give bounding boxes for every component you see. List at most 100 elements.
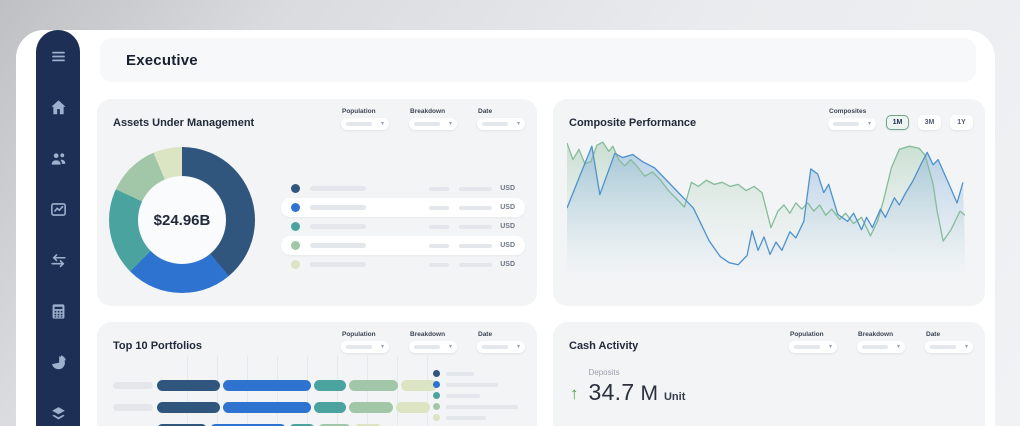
range-button-3m[interactable]: 3M	[918, 115, 941, 130]
chevron-down-icon: ▾	[517, 121, 520, 127]
redacted-value-bar	[429, 187, 449, 191]
menu-icon[interactable]	[46, 44, 70, 68]
top10-legend-row	[433, 412, 523, 423]
redacted-name-bar	[310, 262, 366, 267]
filter-dropdown-date: Date ▾	[925, 331, 973, 353]
aum-legend: USD USD USD USD USD	[281, 179, 525, 274]
bar-segment	[401, 380, 437, 391]
filter-label: Breakdown	[858, 331, 905, 338]
filter-dropdown-composites: Composites ▾	[828, 108, 876, 130]
top10-legend-row	[433, 401, 523, 412]
filter-select[interactable]: ▾	[857, 341, 905, 353]
currency-label: USD	[500, 242, 515, 249]
redacted-value-bar	[429, 206, 449, 210]
placeholder-bar	[794, 345, 820, 349]
filter-dropdown-breakdown: Breakdown ▾	[857, 331, 905, 353]
currency-label: USD	[500, 185, 515, 192]
filter-dropdown-date: Date▾	[477, 108, 525, 130]
bar-segment	[396, 402, 430, 413]
placeholder-bar	[862, 345, 888, 349]
filter-select[interactable]: ▾	[789, 341, 837, 353]
placeholder-bar	[833, 122, 859, 126]
bar-segment	[157, 380, 220, 391]
bar-segment	[349, 380, 398, 391]
bar-segment	[314, 380, 346, 391]
layers-icon[interactable]	[46, 401, 70, 425]
filter-select[interactable]: ▾	[477, 341, 525, 353]
redacted-portfolio-label	[113, 382, 153, 389]
range-button-1m[interactable]: 1M	[886, 115, 909, 130]
portfolio-bar-row	[113, 380, 437, 391]
redacted-name-bar	[446, 416, 486, 420]
aum-total-value: $24.96B	[154, 212, 211, 229]
placeholder-bar	[930, 345, 956, 349]
card-title: Top 10 Portfolios	[113, 340, 202, 352]
redacted-name-bar	[310, 243, 366, 248]
chevron-down-icon: ▾	[381, 121, 384, 127]
filter-dropdown-breakdown: Breakdown ▾	[409, 331, 457, 353]
allocation-pie-icon[interactable]	[46, 350, 70, 374]
transfers-icon[interactable]	[46, 248, 70, 272]
filter-select[interactable]: ▾	[409, 118, 457, 130]
filter-label: Breakdown	[410, 331, 457, 338]
filter-select[interactable]: ▾	[341, 118, 389, 130]
currency-label: USD	[500, 204, 515, 211]
redacted-value-bar	[429, 244, 449, 248]
placeholder-bar	[414, 122, 440, 126]
donut-hole: $24.96B	[138, 176, 226, 264]
redacted-name-bar	[310, 205, 366, 210]
aum-legend-row: USD	[281, 198, 525, 217]
redacted-value-bar	[459, 187, 492, 191]
metric-scale: M	[640, 382, 658, 406]
portfolio-bar-row	[113, 402, 437, 413]
redacted-name-bar	[446, 405, 518, 409]
redacted-name-bar	[446, 372, 474, 376]
placeholder-bar	[482, 345, 508, 349]
redacted-value-bar	[459, 206, 492, 210]
page-title: Executive	[126, 52, 198, 69]
filter-select[interactable]: ▾	[828, 118, 876, 130]
bar-segment	[223, 402, 311, 413]
redacted-value-bar	[429, 225, 449, 229]
filter-label: Population	[790, 331, 837, 338]
card-title: Cash Activity	[569, 340, 638, 352]
chevron-down-icon: ▾	[868, 121, 871, 127]
bar-segment	[349, 402, 393, 413]
chevron-down-icon: ▾	[897, 344, 900, 350]
legend-dot	[433, 370, 440, 377]
calculator-icon[interactable]	[46, 299, 70, 323]
filter-label: Composites	[829, 108, 876, 115]
filter-dropdown-breakdown: Breakdown ▾	[409, 108, 457, 130]
clients-icon[interactable]	[46, 146, 70, 170]
chevron-down-icon: ▾	[449, 344, 452, 350]
bar-segment	[223, 380, 311, 391]
redacted-value-bar	[459, 244, 492, 248]
redacted-name-bar	[446, 383, 498, 387]
filter-label: Date	[926, 331, 973, 338]
filter-row: Population ▾ Breakdown ▾ Date ▾	[789, 331, 973, 353]
filter-dropdown-population: Population ▾	[789, 331, 837, 353]
sidebar	[36, 30, 80, 426]
filter-select[interactable]: ▾	[477, 118, 525, 130]
filter-select[interactable]: ▾	[409, 341, 457, 353]
filter-dropdown-population: Population▾	[341, 108, 389, 130]
legend-dot	[433, 392, 440, 399]
redacted-name-bar	[310, 186, 366, 191]
gridlines	[187, 356, 447, 426]
card-top-10-portfolios: Top 10 Portfolios Population▾Breakdown▾D…	[97, 322, 537, 426]
top10-legend-row	[433, 390, 523, 401]
top10-legend-row	[433, 379, 523, 390]
card-title: Assets Under Management	[113, 117, 254, 129]
home-icon[interactable]	[46, 95, 70, 119]
performance-icon[interactable]	[46, 197, 70, 221]
range-button-1y[interactable]: 1Y	[950, 115, 973, 130]
aum-legend-row: USD	[281, 255, 525, 274]
redacted-name-bar	[310, 224, 366, 229]
filter-label: Breakdown	[410, 108, 457, 115]
composite-controls: Composites ▾ 1M 3M 1Y	[828, 108, 973, 130]
filter-select[interactable]: ▾	[925, 341, 973, 353]
filter-select[interactable]: ▾	[341, 341, 389, 353]
aum-legend-row: USD	[281, 217, 525, 236]
deposits-metric: ↑ Deposits 34.7 M Unit	[570, 368, 685, 406]
dashboard-screen: Executive Assets Under Management Popula…	[0, 0, 1020, 426]
